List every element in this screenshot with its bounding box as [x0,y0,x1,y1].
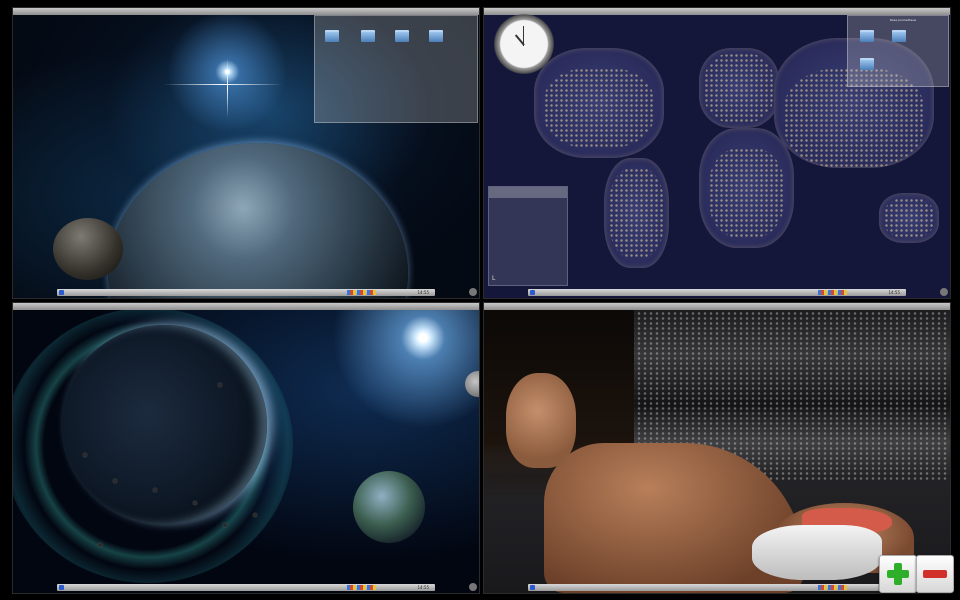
start-menu-icon[interactable] [530,290,535,295]
clock-text: 14:55 [888,290,900,295]
tray-icons[interactable] [818,290,848,295]
asteroid [193,501,197,505]
folder-widget[interactable] [314,15,478,123]
folder-icon[interactable] [395,30,409,42]
folder-icon[interactable] [325,30,339,42]
wallpaper-planet-rings [13,303,479,593]
tray-icons[interactable] [347,585,377,590]
taskbar[interactable]: 14:55 [57,584,435,591]
white-cloth [752,525,882,580]
top-menu-bar [484,8,950,15]
folder-icon[interactable] [361,30,375,42]
top-menu-bar [13,8,479,15]
taskbar[interactable]: 14:55 [528,289,906,296]
notes-widget-text: L [492,275,496,282]
clock-text: 14:55 [417,290,429,295]
city-lights [884,198,934,238]
asteroid [253,513,257,517]
asteroid [223,523,227,527]
taskbar[interactable]: 14:55 [528,584,906,591]
clock-text: 14:55 [417,585,429,590]
tray-icons[interactable] [818,585,848,590]
notes-widget-header [489,187,567,198]
asteroid [83,453,87,457]
notes-widget[interactable]: L [488,186,568,286]
city-lights [704,53,774,123]
city-lights [709,148,784,238]
folder-widget[interactable]: Rosa prometheus [847,15,949,87]
widget-title: Rosa prometheus [889,18,917,22]
asteroid [218,383,222,387]
start-menu-icon[interactable] [59,585,64,590]
wallpaper-photo [484,303,950,593]
top-menu-bar [13,303,479,310]
earth-image [353,471,425,543]
corner-button[interactable] [940,288,948,296]
plus-icon-vertical [894,563,902,585]
desktop-thumbnail-1[interactable]: 14:55 [12,7,480,299]
city-lights [609,168,664,258]
corner-button[interactable] [469,583,477,591]
corner-button[interactable] [469,288,477,296]
asteroid [113,479,117,483]
start-menu-icon[interactable] [530,585,535,590]
desktop-thumbnail-2[interactable]: Rosa prometheus L 14:55 [483,7,951,299]
face [506,373,576,468]
folder-icon[interactable] [892,30,906,42]
star-flare [163,84,283,85]
zoom-out-button[interactable] [916,555,954,593]
folder-icon[interactable] [860,30,874,42]
star-flare-vertical [227,58,228,118]
moon-image [465,371,479,397]
asteroid [98,543,102,547]
folder-icon[interactable] [429,30,443,42]
desktop-thumbnail-4[interactable]: 14:55 [483,302,951,594]
planet-image [108,143,408,298]
folder-icon[interactable] [860,58,874,70]
moon-image [53,218,123,280]
gas-giant-image [61,325,267,525]
zoom-in-button[interactable] [879,555,917,593]
minus-icon [923,570,947,578]
start-menu-icon[interactable] [59,290,64,295]
desktop-thumbnail-3[interactable]: 14:55 [12,302,480,594]
clock-widget[interactable] [494,14,554,74]
tray-icons[interactable] [347,290,377,295]
city-lights [544,68,654,148]
top-menu-bar [484,303,950,310]
taskbar[interactable]: 14:55 [57,289,435,296]
asteroid [153,488,157,492]
